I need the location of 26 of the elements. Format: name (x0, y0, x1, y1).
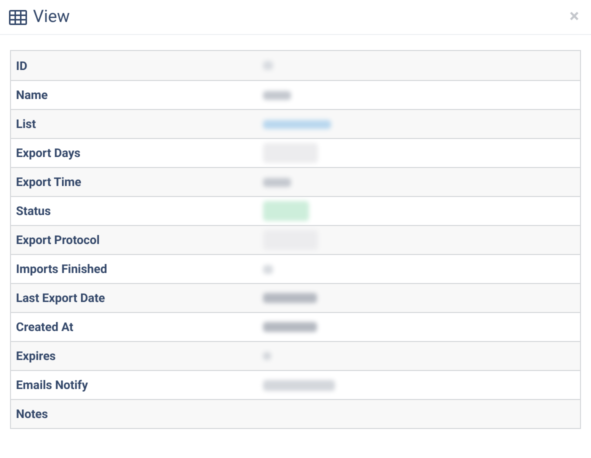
field-label: Expires (15, 348, 57, 365)
blurred-value (263, 380, 335, 390)
field-label: Status (15, 203, 52, 220)
blurred-value (263, 264, 273, 274)
blurred-value (263, 120, 331, 128)
blurred-value (263, 90, 291, 100)
field-label: Emails Notify (15, 377, 89, 394)
field-label: Created At (15, 319, 74, 336)
blurred-value (263, 61, 273, 70)
field-label: Name (15, 87, 49, 104)
table-icon (9, 10, 27, 24)
blurred-value (263, 293, 317, 303)
field-label: Export Time (15, 174, 82, 191)
field-label: ID (15, 58, 28, 74)
field-label: Imports Finished (15, 261, 108, 278)
blurred-value (263, 352, 271, 360)
field-label: Export Days (15, 145, 82, 162)
field-label: Export Protocol (15, 232, 101, 249)
blurred-value (263, 178, 291, 186)
field-label: Notes (15, 406, 49, 423)
field-label: List (15, 116, 37, 133)
field-label: Last Export Date (15, 290, 106, 307)
blurred-value (263, 322, 317, 332)
blurred-value (263, 201, 309, 221)
dialog-title: View (33, 8, 70, 26)
close-button[interactable]: × (569, 8, 582, 26)
